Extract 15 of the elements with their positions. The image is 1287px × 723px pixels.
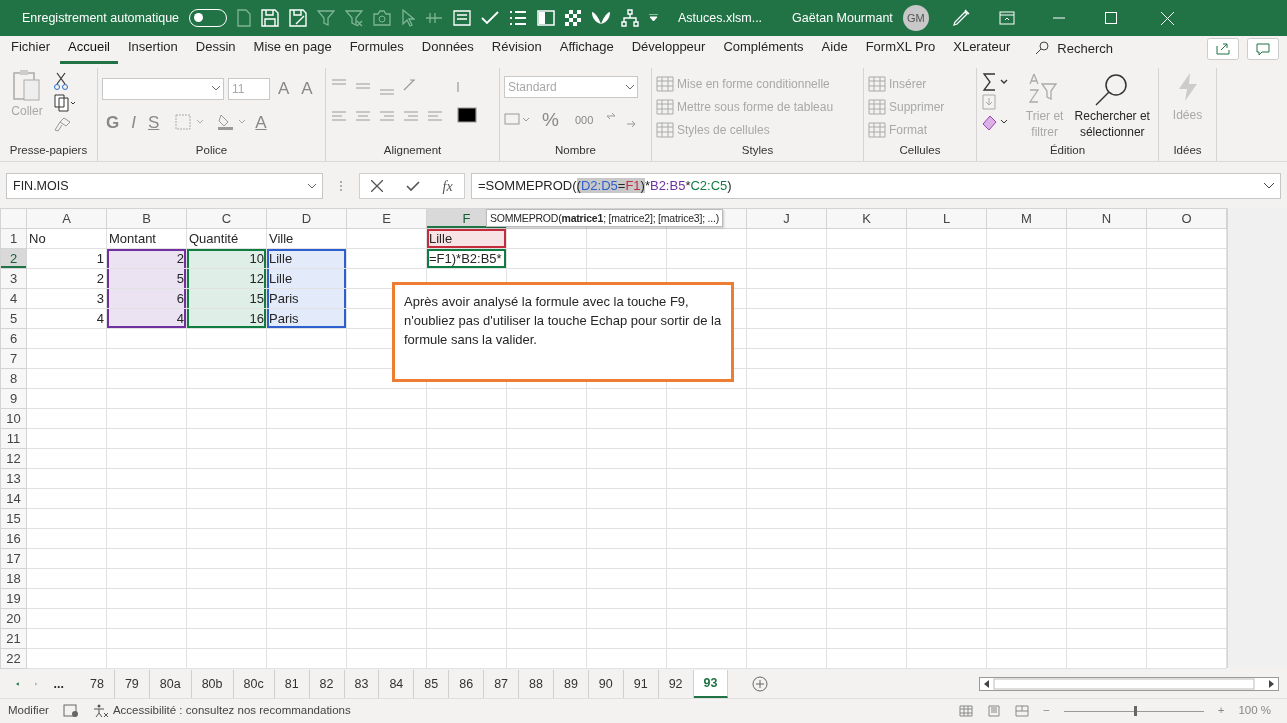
group-label: Presse-papiers [8,142,89,158]
group-label: Idées [1172,142,1203,158]
status-mode: Modifier [8,703,49,719]
autosave-label: Enregistrement automatique [22,9,180,27]
group-label: Cellules [898,142,942,158]
group-label: Alignement [382,142,443,158]
function-tooltip: SOMMEPROD(matrice1; [matrice2]; [matrice3]; ...) [486,209,724,227]
text-box: Après avoir analysé la formule avec la touche F9, n'oubliez pas d'utiliser la touche Echap pour sortir de la formule sans la valider. [392,282,734,382]
selected-formula-text: (D2:D5=F1) [576,178,645,194]
group-label: Styles [740,142,775,158]
group-label: Nombre [554,142,597,158]
file-name: Astuces.xlsm... [678,9,763,27]
group-label: Édition [1048,142,1087,158]
group-label: Police [194,142,229,158]
user-name: Gaëtan Mourmant [792,9,893,27]
